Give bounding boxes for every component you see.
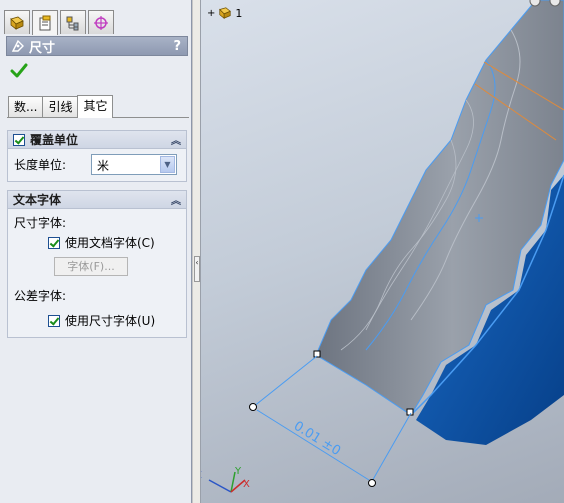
zoom-area-icon[interactable] [549,0,561,7]
zoom-icon[interactable] [529,0,541,7]
font-button[interactable]: 字体(F)... [54,257,128,276]
panel-splitter[interactable]: ‹ [192,0,201,503]
tab-value[interactable]: 数... [8,96,44,117]
triad-z-label: Z [201,470,202,481]
help-button[interactable]: ? [173,39,181,54]
dimension-icon [11,39,24,52]
collapse-chevron-icon[interactable]: ︽ [171,192,181,207]
text-fonts-title: 文本字体 [13,193,62,207]
use-doc-font-label: 使用文档字体(C) [65,236,155,250]
model-canvas: 0.01 ±0 Z Y X [201,0,564,493]
feature-manager-tab[interactable] [4,10,30,34]
use-dim-font-option[interactable]: 使用尺寸字体(U) [48,312,155,329]
graphics-viewport[interactable]: + 1 0.01 ±0 Y X [201,0,564,503]
dimension-value[interactable]: 0.01 ±0 [291,419,343,459]
dimxpert-tab[interactable] [88,10,114,34]
collapse-chevron-icon[interactable]: ︽ [171,132,181,147]
tab-other[interactable]: 其它 [77,95,114,118]
triad-x-label: X [243,479,250,490]
tab-leaders[interactable]: 引线 [42,96,79,117]
manager-tabs [4,10,114,35]
text-fonts-header[interactable]: 文本字体 ︽ [8,191,186,209]
length-unit-select[interactable]: 米 ▼ [91,154,177,175]
override-units-group: 覆盖单位 ︽ 长度单位: 米 ▼ [7,130,187,182]
axis-triad: Z Y X [201,466,250,493]
use-dim-font-label: 使用尺寸字体(U) [65,314,156,328]
override-units-checkbox[interactable] [13,133,25,146]
use-doc-font-option[interactable]: 使用文档字体(C) [48,234,155,251]
text-fonts-group: 文本字体 ︽ 尺寸字体: 使用文档字体(C) 字体(F)... 公差字体: 使用… [7,190,187,338]
dimension-handle[interactable] [249,403,257,411]
collapse-grip-icon[interactable]: ‹ [194,256,200,282]
property-manager-panel: 尺寸 ? 数... 引线 其它 覆盖单位 ︽ 长度单位: 米 ▼ 文本字体 ︽ … [0,0,192,503]
dimension-handle[interactable] [368,479,376,487]
length-unit-label: 长度单位: [14,158,67,172]
feature-manager-icon [10,16,24,30]
ok-check-icon[interactable] [10,62,28,80]
configuration-manager-tab[interactable] [60,10,86,34]
override-units-title: 覆盖单位 [30,133,79,147]
dimension-tabs: 数... 引线 其它 [8,95,114,118]
triad-y-label: Y [234,466,242,477]
configuration-manager-icon [66,16,79,30]
override-units-header[interactable]: 覆盖单位 ︽ [8,131,186,149]
property-manager-icon [39,15,51,31]
chevron-down-icon[interactable]: ▼ [160,156,175,173]
tol-font-label: 公差字体: [14,289,67,303]
length-unit-value: 米 [97,159,110,173]
use-dim-font-checkbox[interactable] [48,314,60,327]
use-doc-font-checkbox[interactable] [48,236,60,249]
dimxpert-icon [94,15,108,30]
property-manager-tab[interactable] [32,10,58,35]
dim-font-label: 尺寸字体: [14,216,67,230]
property-manager-title: 尺寸 [29,40,56,56]
property-manager-header: 尺寸 ? [6,36,188,56]
